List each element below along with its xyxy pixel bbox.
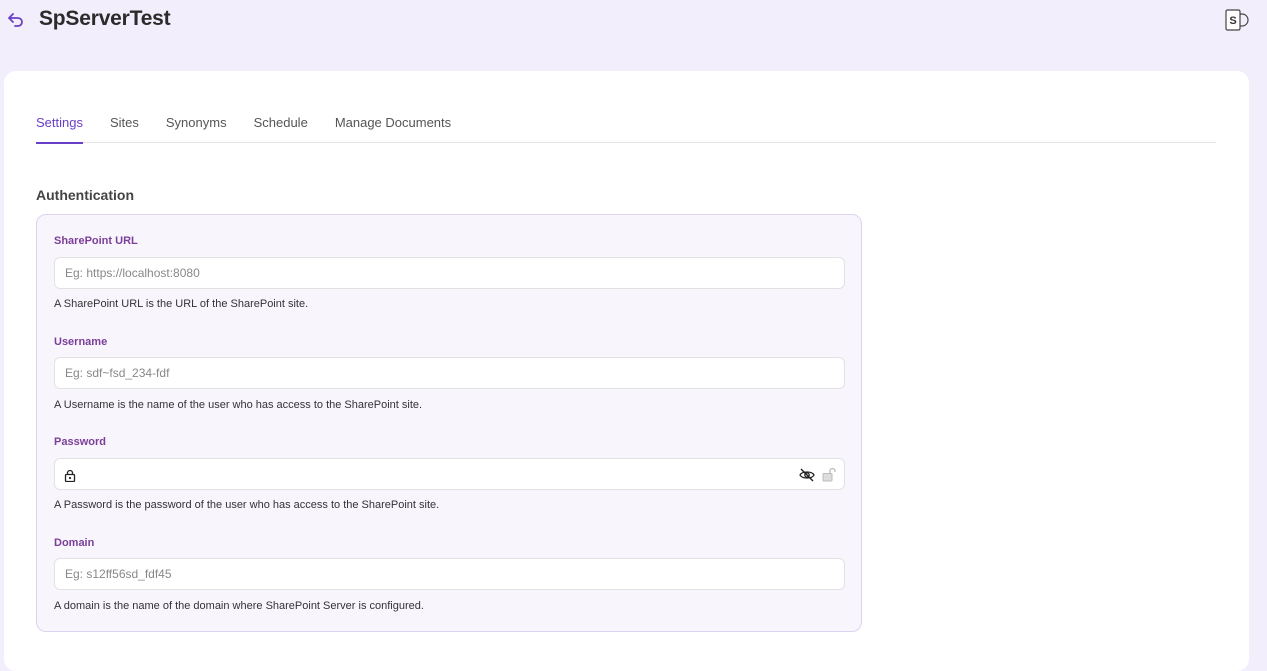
tab-synonyms[interactable]: Synonyms [166,115,227,143]
domain-help: A domain is the name of the domain where… [54,600,424,612]
tab-sites[interactable]: Sites [110,115,139,143]
settings-card: Settings Sites Synonyms Schedule Manage … [4,71,1249,671]
svg-text:S: S [1229,15,1236,27]
unlock-icon[interactable] [822,467,836,482]
sharepoint-url-input[interactable] [54,257,845,289]
tab-manage-documents[interactable]: Manage Documents [335,115,451,143]
password-help: A Password is the password of the user w… [54,499,440,511]
sharepoint-url-label: SharePoint URL [54,235,138,247]
authentication-panel: SharePoint URL A SharePoint URL is the U… [36,214,862,632]
tab-bar: Settings Sites Synonyms Schedule Manage … [36,115,1216,144]
username-help: A Username is the name of the user who h… [54,399,423,411]
sharepoint-url-help: A SharePoint URL is the URL of the Share… [54,298,309,310]
page-title: SpServerTest [39,7,171,30]
undo-arrow-icon[interactable] [5,9,27,31]
username-input[interactable] [54,357,845,389]
password-field [54,458,845,490]
password-input[interactable] [83,459,783,489]
username-label: Username [54,336,108,348]
top-bar: SpServerTest S [0,0,1267,60]
section-title: Authentication [36,187,134,203]
password-label: Password [54,436,106,448]
sharepoint-logo-icon: S [1224,8,1250,32]
tab-settings[interactable]: Settings [36,115,83,144]
lock-icon [64,469,76,483]
domain-label: Domain [54,537,95,549]
domain-input[interactable] [54,558,845,590]
eye-off-icon[interactable] [799,468,815,482]
tab-schedule[interactable]: Schedule [254,115,308,143]
